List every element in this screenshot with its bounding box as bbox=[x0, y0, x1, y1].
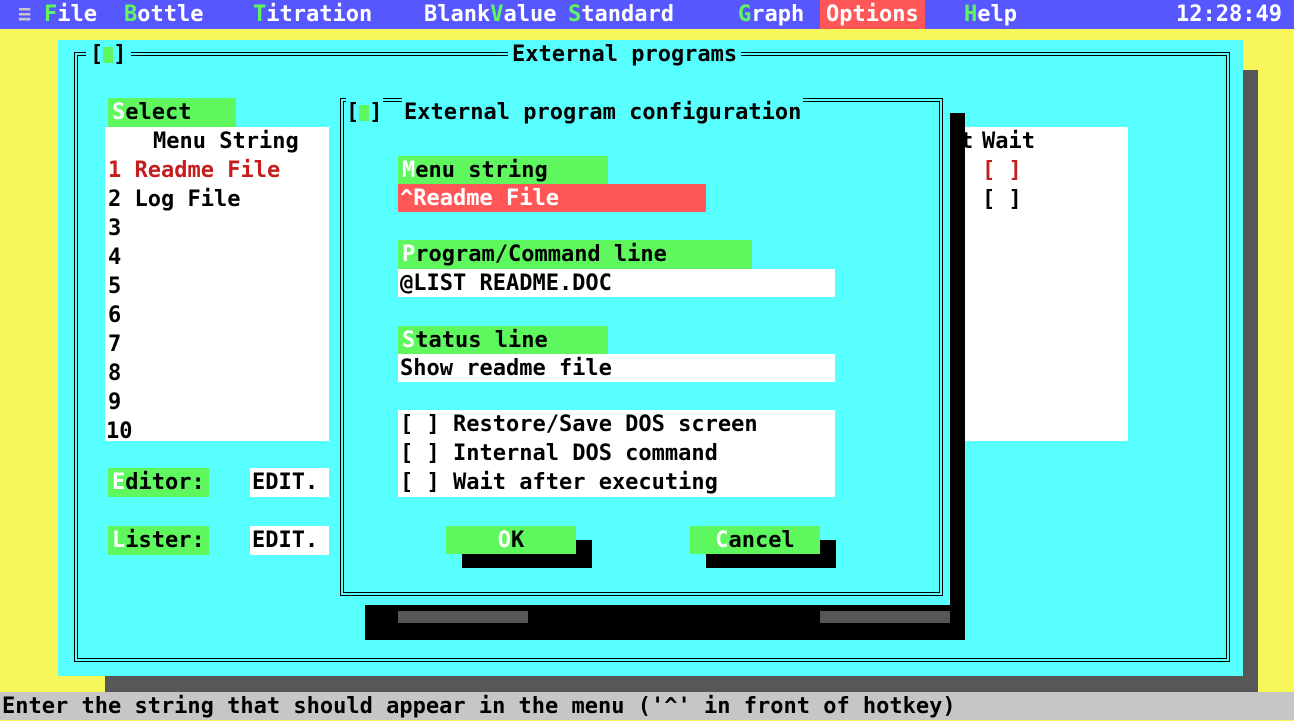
list-item[interactable]: 3 bbox=[108, 214, 121, 243]
wait-checkbox[interactable]: [ ] bbox=[982, 185, 1022, 214]
program-command-line-input[interactable]: @LIST README.DOC bbox=[398, 269, 835, 297]
status-bar: Enter the string that should appear in t… bbox=[0, 692, 1294, 720]
editor-label: Editor: bbox=[108, 468, 209, 497]
wait-after-executing-checkbox[interactable]: [ ] Wait after executing bbox=[400, 468, 718, 497]
ok-button[interactable]: OK bbox=[446, 526, 576, 554]
status-line-label: Status line bbox=[398, 326, 608, 355]
dialog-shadow-strip bbox=[398, 611, 528, 623]
menu-bar: ≡ File Bottle Titration BlankValue Stand… bbox=[0, 0, 1294, 29]
menu-blankvalue[interactable]: BlankValue bbox=[424, 0, 556, 29]
lister-label: Lister: bbox=[108, 526, 209, 555]
menu-bottle[interactable]: Bottle bbox=[124, 0, 203, 29]
list-item[interactable]: 10 bbox=[106, 417, 133, 446]
menu-standard[interactable]: Standard bbox=[568, 0, 674, 29]
editor-field[interactable]: EDIT. bbox=[250, 468, 337, 497]
internal-dos-command-checkbox[interactable]: [ ] Internal DOS command bbox=[400, 439, 718, 468]
dialog-shadow-strip bbox=[820, 611, 950, 623]
list-item[interactable]: 5 bbox=[108, 272, 121, 301]
lister-field[interactable]: EDIT. bbox=[250, 526, 337, 555]
close-icon[interactable] bbox=[103, 47, 114, 63]
system-menu-icon[interactable]: ≡ bbox=[18, 0, 31, 29]
restore-save-dos-screen-checkbox[interactable]: [ ] Restore/Save DOS screen bbox=[400, 410, 758, 439]
list-item[interactable]: 1 Readme File bbox=[108, 156, 280, 185]
menu-file[interactable]: File bbox=[44, 0, 97, 29]
status-line-input[interactable]: Show readme file bbox=[398, 354, 835, 382]
select-label: Select bbox=[108, 98, 236, 127]
list-item[interactable]: 4 bbox=[108, 243, 121, 272]
menu-titration[interactable]: Titration bbox=[253, 0, 372, 29]
wait-checkbox[interactable]: [ ] bbox=[982, 156, 1022, 185]
cancel-button[interactable]: Cancel bbox=[690, 526, 820, 554]
dialog-close-button[interactable]: [] bbox=[346, 98, 383, 127]
program-command-line-label: Program/Command line bbox=[398, 240, 752, 269]
menu-string-label: Menu string bbox=[398, 156, 608, 185]
dialog-title: External program configuration bbox=[402, 98, 804, 127]
program-list-right-columns bbox=[955, 127, 1128, 441]
window-title: External programs bbox=[508, 40, 742, 69]
list-item[interactable]: 7 bbox=[108, 330, 121, 359]
menu-graph[interactable]: Graph bbox=[738, 0, 804, 29]
column-header-menu-string: Menu String bbox=[153, 129, 299, 154]
clock: 12:28:49 bbox=[1176, 2, 1282, 27]
list-item[interactable]: 9 bbox=[108, 388, 121, 417]
column-header-wait: Wait bbox=[982, 129, 1035, 154]
list-item[interactable]: 6 bbox=[108, 301, 121, 330]
menu-options[interactable]: Options bbox=[820, 0, 925, 29]
menu-help[interactable]: Help bbox=[964, 0, 1017, 29]
list-item[interactable]: 8 bbox=[108, 359, 121, 388]
list-item[interactable]: 2 Log File bbox=[108, 185, 240, 214]
status-bar-text: Enter the string that should appear in t… bbox=[2, 694, 956, 719]
close-icon[interactable] bbox=[359, 105, 370, 121]
window-close-button[interactable]: [] bbox=[86, 40, 131, 69]
menu-string-input[interactable]: ^Readme File bbox=[398, 184, 706, 212]
